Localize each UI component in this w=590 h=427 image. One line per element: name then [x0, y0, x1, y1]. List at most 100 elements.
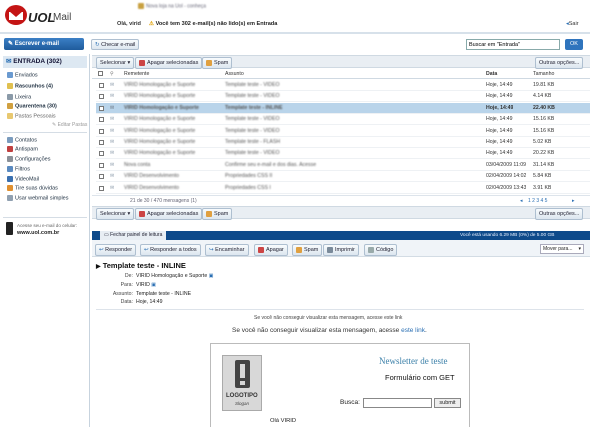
simple-webmail-icon [7, 195, 13, 201]
close-panel-icon: ▭ [104, 232, 109, 238]
sidebar-item-trash[interactable]: Lixeira [7, 94, 31, 100]
reply-all-button[interactable]: ↩ Responder a todos [140, 244, 201, 256]
row-envelope-icon: ✉ [110, 161, 115, 168]
select-button-bottom[interactable]: Selecionar ▾ [96, 208, 135, 220]
row-size: 15.16 KB [533, 116, 555, 123]
table-row[interactable]: ✉ VIRID Homologação e Suporte Template tes… [96, 91, 590, 103]
sidebar [0, 54, 90, 427]
row-subject: Propriedades CSS II [225, 173, 273, 180]
sidebar-item-help[interactable]: Tire suas dúvidas [7, 185, 58, 191]
row-checkbox[interactable] [99, 117, 104, 123]
row-date: 02/04/2009 13:43 [486, 184, 527, 191]
row-checkbox[interactable] [99, 83, 104, 88]
row-checkbox[interactable] [99, 174, 104, 180]
to-value[interactable]: VIRID ▣ [136, 282, 156, 288]
unread-alert[interactable]: ⚠ Você tem 302 e-mail(s) não lido(s) em … [149, 21, 277, 27]
column-subject[interactable]: Assunto [225, 69, 244, 79]
row-sender: VIRID Homologação e Suporte [124, 127, 196, 134]
select-button[interactable]: Selecionar ▾ [96, 57, 135, 69]
sidebar-item-quarantine[interactable]: Quarentena (30) [7, 103, 57, 109]
table-row[interactable]: ✉ VIRID Desenvolvimento Propriedades CSS I… [96, 171, 590, 183]
table-row[interactable]: ✉ VIRID Desenvolvimento Propriedades CSS I… [96, 183, 590, 194]
chevron-down-icon: ▾ [127, 211, 131, 217]
close-reading-panel-tab[interactable]: ▭ Fechar painel de leitura [100, 231, 167, 240]
chevron-down-icon: ▾ [127, 60, 131, 66]
forward-button[interactable]: ↪ Encaminhar [205, 244, 249, 256]
print-button[interactable]: Imprimir [323, 244, 359, 256]
logo-brand: UOL [28, 10, 56, 25]
row-checkbox[interactable] [99, 128, 104, 134]
exclamation-icon [235, 360, 250, 388]
next-page-icon[interactable]: ▸ [572, 196, 575, 206]
reply-button[interactable]: ↩ Responder [95, 244, 137, 256]
view-online-link[interactable]: este link [401, 327, 425, 334]
mobile-promo-link[interactable]: www.uol.com.br [17, 230, 59, 236]
delete-selected-button[interactable]: Apagar selecionadas [135, 57, 203, 69]
column-size[interactable]: Tamanho [533, 69, 554, 79]
delete-button[interactable]: Apagar [254, 244, 288, 256]
sidebar-item-simple-webmail[interactable]: Usar webmail simples [7, 195, 69, 201]
list-header: ⚲ Remetente Assunto Data Tamanho [92, 69, 590, 79]
table-row[interactable]: ✉ VIRID Homologação e Suporte Template tes… [96, 80, 590, 91]
spam-button-bottom[interactable]: Spam [202, 208, 233, 220]
row-checkbox[interactable] [99, 140, 104, 145]
prev-page-icon[interactable]: ◂ [520, 196, 523, 206]
sidebar-item-antispam[interactable]: Antispam [7, 146, 38, 152]
column-sender[interactable]: Remetente [124, 69, 149, 79]
spam-button[interactable]: Spam [202, 57, 233, 69]
printer-icon [327, 246, 333, 253]
from-label: De: [124, 273, 133, 279]
compose-button[interactable]: ✎ Escrever e-mail [4, 38, 84, 50]
inbox-folder[interactable]: ✉ ENTRADA (302) [3, 56, 87, 68]
sidebar-item-sent[interactable]: Enviados [7, 72, 38, 78]
row-size: 5.02 KB [533, 139, 552, 145]
row-checkbox[interactable] [99, 151, 104, 157]
check-mail-button[interactable]: ↻ Checar e-mail [91, 39, 140, 50]
newsletter-submit-button[interactable]: submit [434, 398, 461, 408]
delete-selected-button-bottom[interactable]: Apagar selecionadas [135, 208, 203, 220]
spam-report-button[interactable]: Spam [292, 244, 323, 256]
trash-icon [139, 210, 145, 217]
table-row[interactable]: ✉ Nova conta Confirme seu e-mail e dos dia… [96, 160, 590, 171]
sidebar-item-filters[interactable]: Filtros [7, 166, 30, 172]
search-input[interactable] [466, 39, 560, 50]
row-checkbox[interactable] [99, 162, 104, 168]
table-row[interactable]: ✉ VIRID Homologação e Suporte Template tes… [96, 102, 590, 114]
newsletter-search-input[interactable] [363, 398, 432, 408]
from-value[interactable]: VIRID Homologação e Suporte ▣ [136, 273, 214, 279]
table-row[interactable]: ✉ VIRID Homologação e Suporte Template tes… [96, 126, 590, 137]
row-checkbox[interactable] [99, 185, 104, 191]
promo-banner[interactable]: Nova loja na Uol - conheça [138, 3, 338, 11]
more-options-button[interactable]: Outras opções... [535, 57, 584, 69]
select-all-checkbox[interactable] [98, 71, 103, 76]
promo-text: Nova loja na Uol - conheça [146, 3, 207, 10]
row-size: 15.16 KB [533, 127, 555, 134]
row-checkbox[interactable] [99, 105, 104, 111]
sidebar-item-drafts[interactable]: Rascunhos (4) [7, 83, 53, 89]
row-subject: Template teste - VIDEO [225, 82, 280, 88]
table-row[interactable]: ✉ VIRID Homologação e Suporte Template tes… [96, 148, 590, 160]
column-date[interactable]: Data [486, 69, 497, 79]
search-ok-button[interactable]: OK [565, 39, 583, 50]
row-checkbox[interactable] [99, 94, 104, 100]
row-sender: VIRID Homologação e Suporte [124, 82, 196, 88]
sidebar-item-contacts[interactable]: Contatos [7, 137, 37, 143]
page-numbers[interactable]: 1 2 3 4 5 [528, 196, 547, 206]
exit-link[interactable]: ◂Sair [566, 21, 579, 27]
table-row[interactable]: ✉ VIRID Homologação e Suporte Template tes… [96, 137, 590, 148]
row-sender: VIRID Homologação e Suporte [124, 150, 196, 157]
edit-folders-link[interactable]: ✎ Editar Pastas [52, 122, 87, 128]
sidebar-item-settings[interactable]: Configurações [7, 156, 50, 162]
sidebar-item-videomail[interactable]: VideoMail [7, 176, 39, 182]
source-code-button[interactable]: Código [364, 244, 398, 256]
row-date: Hoje, 14:49 [486, 116, 513, 123]
expand-arrow-icon[interactable]: ▶ [96, 264, 101, 270]
more-options-button-bottom[interactable]: Outras opções... [535, 208, 584, 220]
row-sender: VIRID Desenvolvimento [124, 173, 180, 180]
row-envelope-icon: ✉ [110, 82, 115, 88]
sidebar-item-personal-folders[interactable]: Pastas Pessoais [7, 113, 56, 119]
logo[interactable]: UOL Mail [3, 2, 71, 32]
table-row[interactable]: ✉ VIRID Homologação e Suporte Template tes… [96, 114, 590, 126]
move-to-select[interactable]: Mover para... ▾ [540, 244, 584, 254]
row-subject: Propriedades CSS I [225, 184, 271, 191]
